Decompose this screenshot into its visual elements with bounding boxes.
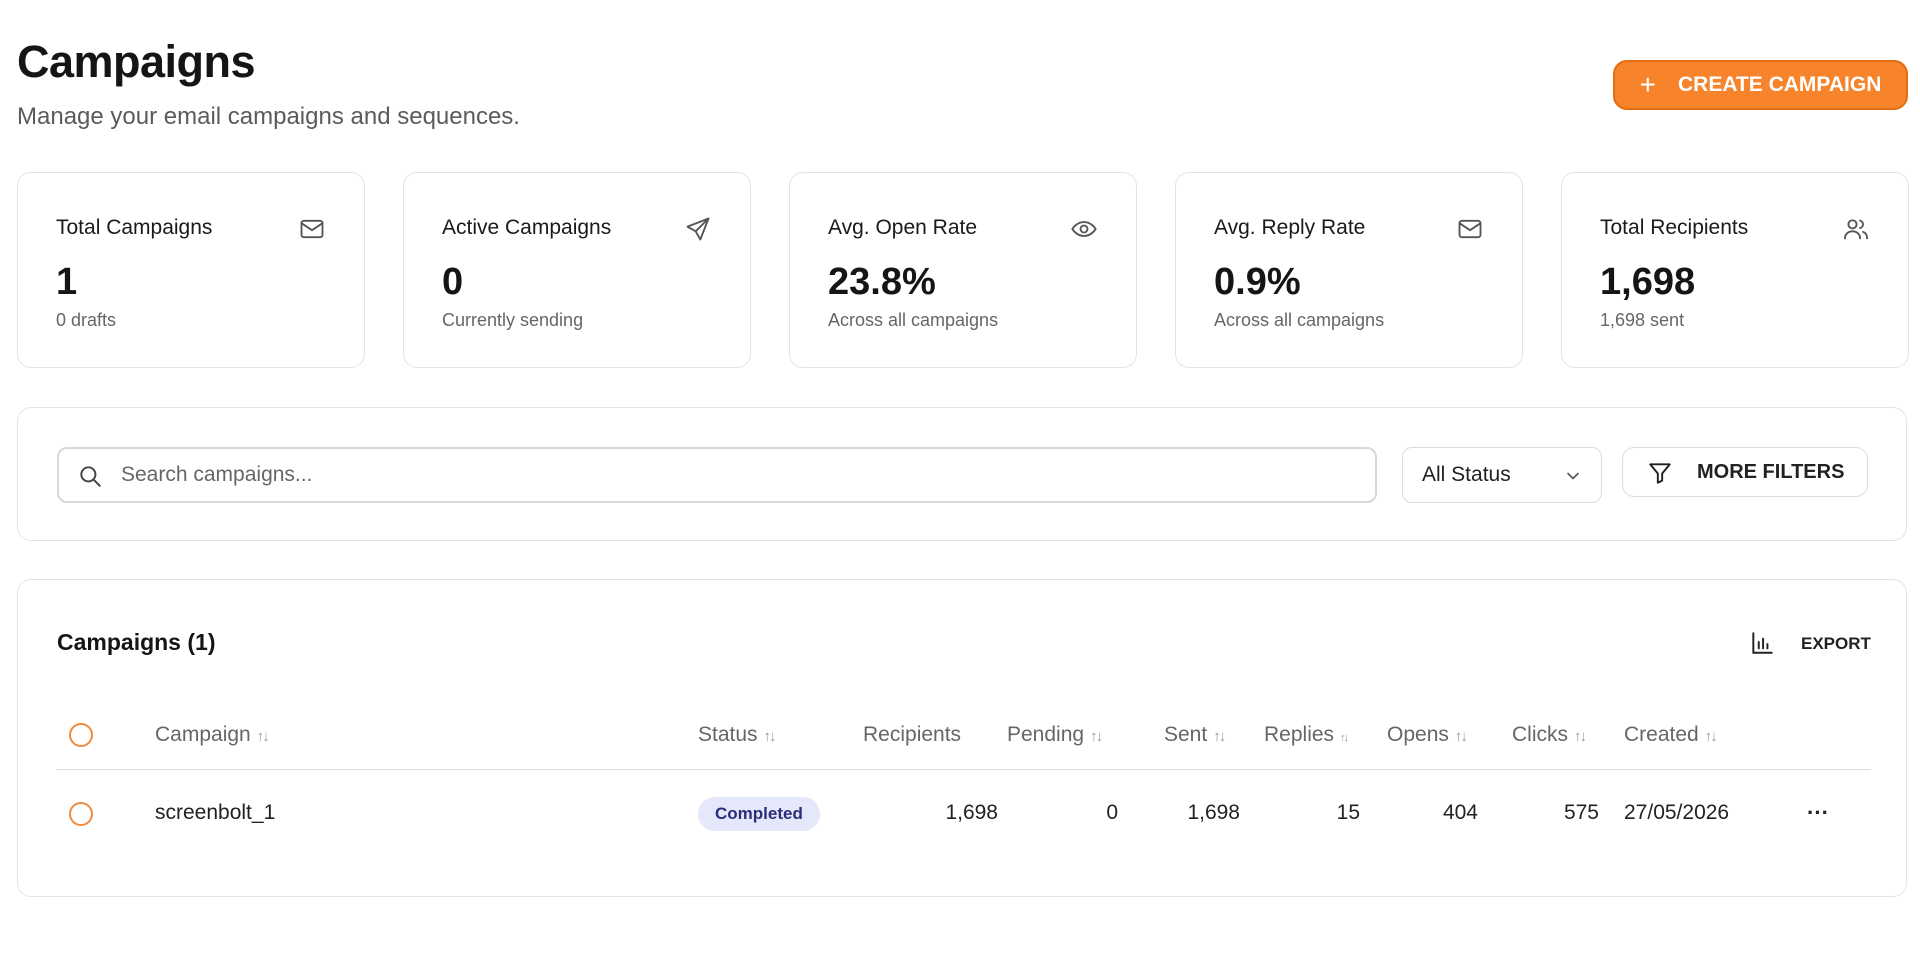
- campaigns-page: Campaigns Manage your email campaigns an…: [0, 0, 1920, 961]
- more-filters-label: MORE FILTERS: [1697, 461, 1845, 483]
- bar-chart-icon: [1752, 632, 1773, 654]
- created-cell: 27/05/2026: [1624, 801, 1730, 824]
- stat-value: 0: [442, 261, 464, 303]
- sort-icon: ↑↓: [763, 728, 777, 745]
- more-filters-button[interactable]: MORE FILTERS: [1622, 447, 1868, 497]
- column-label: Pending: [1007, 723, 1085, 746]
- mail-icon: [300, 219, 324, 239]
- sort-icon: ↑↓: [1454, 728, 1468, 745]
- stat-label: Avg. Open Rate: [828, 216, 978, 239]
- row-select-checkbox[interactable]: [69, 802, 93, 826]
- search-input[interactable]: [121, 449, 1361, 501]
- column-label: Status: [698, 723, 758, 746]
- column-header-opens[interactable]: Opens ↑↓: [1387, 723, 1468, 747]
- sort-icon: ↑↓: [1090, 728, 1103, 745]
- column-label: Created: [1624, 723, 1699, 746]
- page-title: Campaigns: [17, 36, 256, 87]
- sort-icon: ↑↓: [1340, 732, 1349, 744]
- sort-icon: ↑↓: [1704, 728, 1718, 745]
- stat-label: Active Campaigns: [442, 216, 612, 239]
- table-header-divider: [56, 769, 1871, 770]
- column-header-campaign[interactable]: Campaign ↑↓: [155, 723, 270, 747]
- stat-label: Total Campaigns: [56, 216, 213, 239]
- sort-icon: ↑↓: [1574, 728, 1587, 745]
- column-header-clicks[interactable]: Clicks ↑↓: [1512, 723, 1587, 747]
- status-badge: Completed: [698, 797, 820, 831]
- stat-card-reply-rate: Avg. Reply Rate 0.9% Across all campaign…: [1175, 172, 1523, 368]
- column-label: Sent: [1164, 723, 1208, 746]
- column-header-created[interactable]: Created ↑↓: [1624, 723, 1718, 747]
- campaign-name-cell[interactable]: screenbolt_1: [155, 801, 275, 825]
- table-title: Campaigns (1): [57, 629, 216, 655]
- column-label: Replies: [1264, 723, 1335, 746]
- column-header-replies[interactable]: Replies ↑↓: [1264, 723, 1349, 747]
- mail-icon: [1458, 219, 1482, 239]
- eye-icon: [1071, 221, 1097, 237]
- stat-card-total-campaigns: Total Campaigns 1 0 drafts: [17, 172, 365, 368]
- filter-icon: [1649, 463, 1671, 484]
- stat-card-total-recipients: Total Recipients 1,698 1,698 sent: [1561, 172, 1909, 368]
- search-icon: [80, 466, 101, 487]
- opens-cell: 404: [1442, 801, 1478, 824]
- create-campaign-label: CREATE CAMPAIGN: [1677, 73, 1882, 96]
- campaigns-table-panel: Campaigns (1) EXPORT Campaign ↑↓ Status ↑↓…: [17, 579, 1907, 897]
- filter-panel: All Status MORE FILTERS: [17, 407, 1907, 541]
- users-icon: [1843, 219, 1869, 240]
- stat-value: 23.8%: [828, 261, 936, 303]
- status-filter-value: All Status: [1422, 463, 1511, 486]
- column-label: Campaign: [155, 723, 251, 746]
- sort-icon: ↑↓: [256, 728, 270, 745]
- stat-value: 1: [56, 261, 78, 303]
- stat-subtext: 1,698 sent: [1600, 310, 1685, 330]
- column-header-sent[interactable]: Sent ↑↓: [1164, 723, 1226, 747]
- row-actions-menu[interactable]: ···: [1801, 798, 1835, 828]
- sort-icon: ↑↓: [1213, 728, 1226, 745]
- column-label: Opens: [1387, 723, 1449, 746]
- stat-subtext: 0 drafts: [56, 310, 117, 330]
- export-label: EXPORT: [1801, 634, 1871, 653]
- stat-subtext: Across all campaigns: [828, 310, 999, 330]
- column-header-pending[interactable]: Pending ↑↓: [1007, 723, 1103, 747]
- column-label: Clicks: [1512, 723, 1568, 746]
- select-all-checkbox[interactable]: [69, 723, 93, 747]
- page-subtitle: Manage your email campaigns and sequence…: [17, 103, 520, 130]
- stat-label: Total Recipients: [1600, 216, 1749, 239]
- stat-subtext: Across all campaigns: [1214, 310, 1385, 330]
- stat-subtext: Currently sending: [442, 310, 584, 330]
- export-button[interactable]: EXPORT: [1730, 627, 1871, 661]
- search-box[interactable]: [57, 447, 1377, 503]
- plus-icon: +: [1639, 69, 1656, 100]
- stat-value: 0.9%: [1214, 261, 1301, 303]
- clicks-cell: 575: [1563, 801, 1599, 824]
- pending-cell: 0: [1106, 801, 1118, 824]
- column-label: Recipients: [863, 723, 962, 746]
- column-header-status[interactable]: Status ↑↓: [698, 723, 777, 747]
- recipients-cell: 1,698: [945, 801, 998, 824]
- sent-cell: 1,698: [1187, 801, 1240, 824]
- stat-value: 1,698: [1600, 261, 1696, 303]
- column-header-recipients[interactable]: Recipients: [863, 723, 961, 747]
- chevron-down-icon: [1567, 472, 1579, 480]
- stat-label: Avg. Reply Rate: [1214, 216, 1366, 239]
- create-campaign-button[interactable]: + CREATE CAMPAIGN: [1613, 60, 1908, 110]
- more-horizontal-icon: ···: [1807, 800, 1829, 825]
- stat-card-active-campaigns: Active Campaigns 0 Currently sending: [403, 172, 751, 368]
- stat-card-open-rate: Avg. Open Rate 23.8% Across all campaign…: [789, 172, 1137, 368]
- send-icon: [686, 217, 710, 241]
- replies-cell: 15: [1336, 801, 1360, 824]
- status-filter-select[interactable]: All Status: [1402, 447, 1602, 503]
